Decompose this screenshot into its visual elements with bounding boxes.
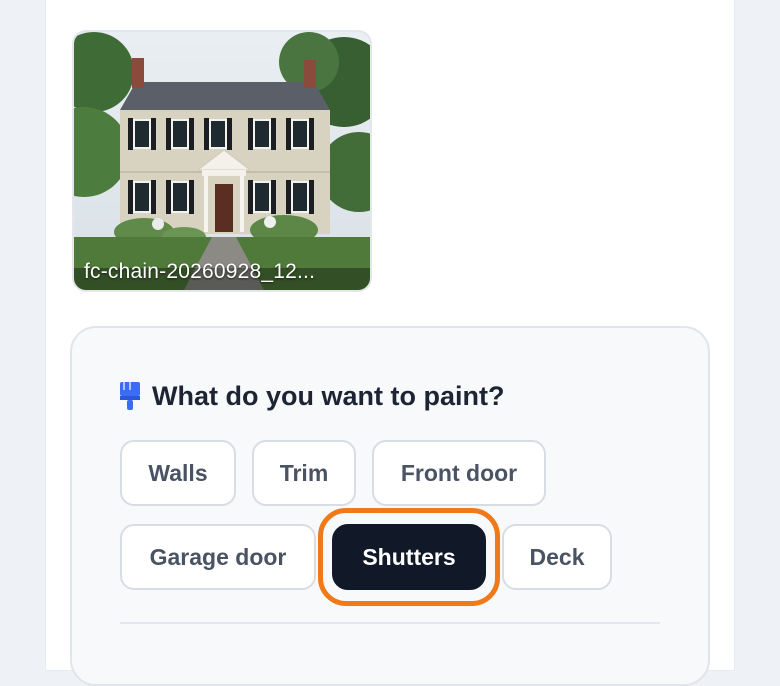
uploaded-house-photo[interactable]: fc-chain-20260928_12... xyxy=(72,30,372,292)
option-trim[interactable]: Trim xyxy=(252,440,356,506)
option-walls[interactable]: Walls xyxy=(120,440,236,506)
option-deck[interactable]: Deck xyxy=(502,524,612,590)
section-divider xyxy=(120,622,660,624)
paint-section-title: What do you want to paint? xyxy=(152,380,505,411)
house-image xyxy=(74,32,370,290)
paint-brush-icon xyxy=(118,380,142,412)
option-garage-door[interactable]: Garage door xyxy=(120,524,316,590)
selection-highlight-ring xyxy=(318,508,500,606)
option-front-door[interactable]: Front door xyxy=(372,440,546,506)
paint-section-header: What do you want to paint? xyxy=(118,378,504,414)
image-filename: fc-chain-20260928_12... xyxy=(84,260,316,283)
